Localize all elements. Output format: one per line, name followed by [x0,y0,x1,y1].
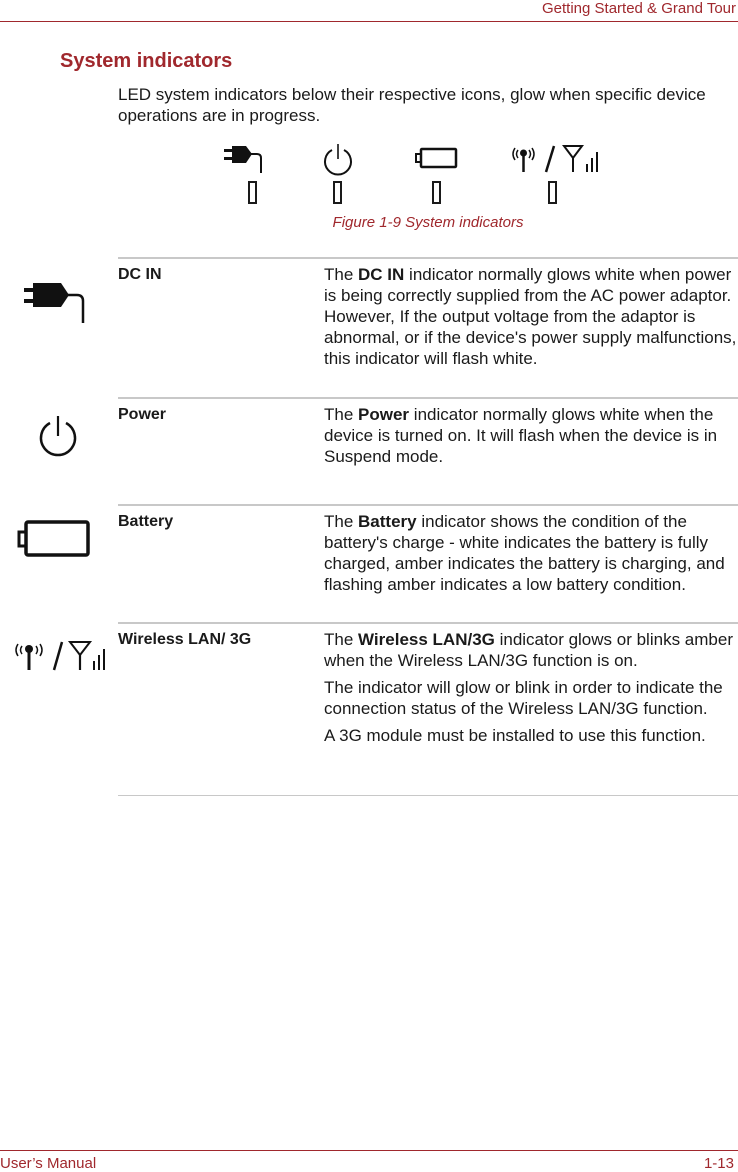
indicator-row-dc-in: DC IN The DC IN indicator normally glows… [118,257,738,399]
wireless-3g-icon [15,641,105,671]
indicator-description: The DC IN indicator normally glows white… [324,265,737,368]
indicator-label: Wireless LAN/ 3G [118,631,252,648]
dc-in-plug-icon [224,146,262,173]
led-dc-in [248,181,257,204]
led-wireless [548,181,557,204]
indicator-row-battery: Battery The Battery indicator shows the … [118,504,738,624]
header-rule [0,21,738,22]
indicator-label: DC IN [118,266,162,283]
indicator-description: The Battery indicator shows the conditio… [324,512,725,594]
battery-icon [17,520,90,557]
indicator-row-power: Power The Power indicator normally glows… [118,397,738,506]
intro-paragraph: LED system indicators below their respec… [118,85,706,125]
footer-rule [0,1150,738,1151]
indicator-row-wireless: Wireless LAN/ 3G The Wireless LAN/3G ind… [118,622,738,797]
figure-caption: Figure 1-9 System indicators [332,214,524,231]
section-title: System indicators [60,50,233,72]
led-power [333,181,342,204]
power-icon [39,416,77,457]
table-bottom-rule [118,795,738,796]
indicator-label: Power [118,406,167,423]
battery-icon [415,147,458,169]
running-header: Getting Started & Grand Tour [542,0,736,17]
indicator-description: The Power indicator normally glows white… [324,405,718,466]
power-icon [324,144,352,176]
dc-in-plug-icon [24,283,85,323]
led-battery [432,181,441,204]
footer-manual-title: User’s Manual [0,1155,97,1172]
page-number: 1-13 [703,1155,734,1172]
wireless-3g-icon [512,145,598,173]
indicator-description: The Wireless LAN/3G indicator glows or b… [324,630,733,745]
indicator-label: Battery [118,513,174,530]
